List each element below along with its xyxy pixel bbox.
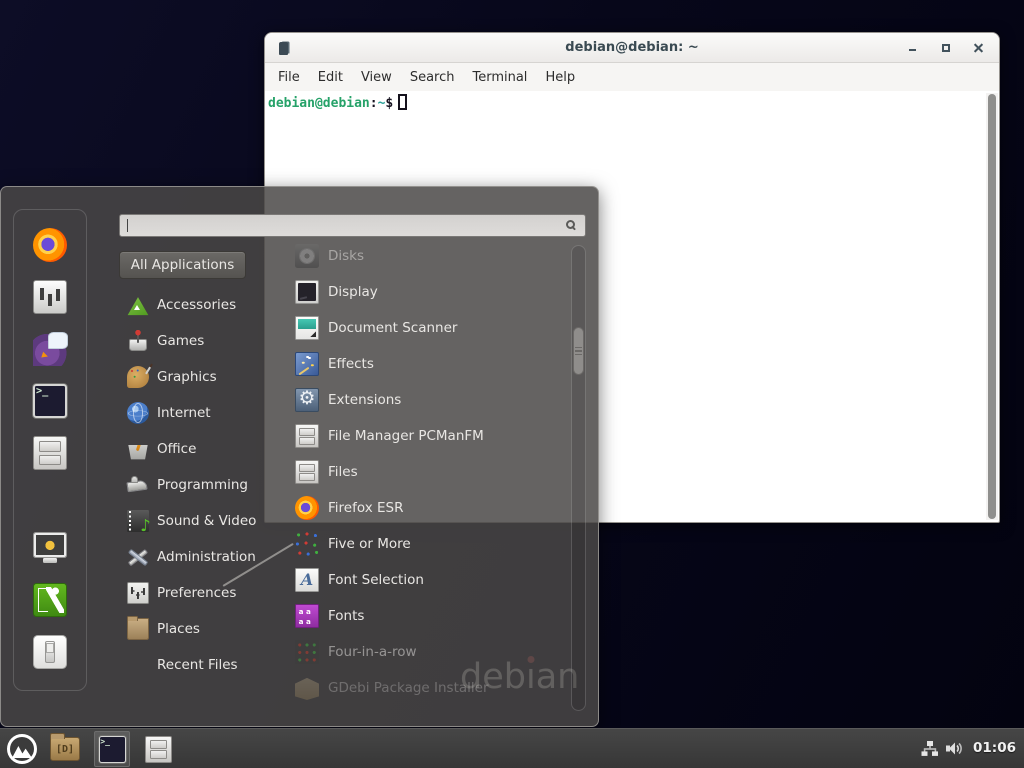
- application-item[interactable]: Display: [295, 274, 567, 310]
- menu-scrollbar[interactable]: [571, 245, 586, 711]
- desktop: debıan debian@debian: ~ FileEditViewSear…: [0, 0, 1024, 768]
- lock-screen-icon[interactable]: [33, 531, 67, 565]
- category-item[interactable]: Programming: [119, 467, 269, 503]
- file-manager-icon: [295, 424, 319, 448]
- effects-icon: [295, 352, 319, 376]
- category-item[interactable]: Graphics: [119, 359, 269, 395]
- category-item[interactable]: Internet: [119, 395, 269, 431]
- extensions-icon: [295, 388, 319, 412]
- menu-scrollbar-thumb[interactable]: [573, 327, 584, 375]
- application-list: Disks Display Document Scanner Effects: [295, 238, 567, 706]
- menu-logo-icon: [7, 734, 37, 764]
- file-manager-icon: [145, 736, 172, 763]
- desktop-folder-icon: [D]: [50, 737, 80, 761]
- application-item[interactable]: Effects: [295, 346, 567, 382]
- application-item[interactable]: GDebi Package Installer: [295, 670, 567, 706]
- favorites-list: [33, 228, 67, 470]
- menu-button[interactable]: [0, 731, 37, 767]
- application-item[interactable]: Firefox ESR: [295, 490, 567, 526]
- files-icon: [295, 460, 319, 484]
- application-item[interactable]: File Manager PCManFM: [295, 418, 567, 454]
- application-item[interactable]: Font Selection: [295, 562, 567, 598]
- internet-icon: [127, 402, 149, 424]
- terminal-scrollbar-thumb[interactable]: [988, 94, 996, 519]
- category-list: All Applications Accessories Games Graph…: [119, 251, 269, 683]
- terminal-icon: [99, 736, 126, 763]
- volume-icon[interactable]: [946, 741, 965, 756]
- office-icon: [127, 438, 149, 460]
- network-icon[interactable]: [921, 741, 938, 756]
- disks-icon: [295, 244, 319, 268]
- shell-prompt: debian@debian:~$: [268, 94, 407, 112]
- minimize-icon[interactable]: [907, 42, 919, 54]
- administration-icon: [127, 546, 149, 568]
- desktop-folder-button[interactable]: [D]: [37, 731, 80, 767]
- application-item[interactable]: Five or More: [295, 526, 567, 562]
- file-cabinet-icon[interactable]: [33, 436, 67, 470]
- close-icon[interactable]: [973, 42, 985, 54]
- applications-menu: All Applications Accessories Games Graph…: [0, 186, 599, 727]
- terminal-scrollbar[interactable]: [986, 93, 998, 520]
- application-item[interactable]: Disks: [295, 238, 567, 274]
- session-buttons: [33, 531, 67, 669]
- preferences-icon: [127, 582, 149, 604]
- terminal-titlebar[interactable]: debian@debian: ~: [265, 33, 999, 63]
- display-icon: [295, 280, 319, 304]
- category-item[interactable]: Sound & Video: [119, 503, 269, 539]
- graphics-icon: [127, 366, 149, 388]
- terminal-menu-item[interactable]: File: [269, 66, 309, 89]
- maximize-icon[interactable]: [940, 42, 952, 54]
- firefox-icon[interactable]: [33, 228, 67, 262]
- terminal-icon[interactable]: [33, 384, 67, 418]
- terminal-cursor: [398, 94, 407, 110]
- terminal-menu-item[interactable]: Help: [536, 66, 584, 89]
- taskbar-file-manager-task[interactable]: [145, 731, 172, 767]
- taskbar: [D]: [0, 728, 1024, 768]
- application-item[interactable]: Four-in-a-row: [295, 634, 567, 670]
- application-item[interactable]: Files: [295, 454, 567, 490]
- category-item[interactable]: Office: [119, 431, 269, 467]
- application-item[interactable]: Fonts: [295, 598, 567, 634]
- terminal-title: debian@debian: ~: [265, 40, 999, 55]
- accessories-icon: [127, 294, 149, 316]
- log-out-icon[interactable]: [33, 583, 67, 617]
- mixer-icon[interactable]: [33, 280, 67, 314]
- search-input[interactable]: [126, 216, 561, 235]
- taskbar-clock[interactable]: 01:06: [973, 742, 1016, 756]
- gdebi-icon: [295, 676, 319, 700]
- favorites-rail: [13, 209, 87, 691]
- places-icon: [127, 618, 149, 640]
- programming-icon: [127, 474, 149, 496]
- terminal-menu-item[interactable]: View: [352, 66, 401, 89]
- category-item[interactable]: All Applications: [119, 251, 246, 279]
- firefox-icon: [295, 496, 319, 520]
- search-icon: [566, 220, 575, 229]
- taskbar-terminal-task[interactable]: [94, 731, 130, 767]
- application-item[interactable]: Extensions: [295, 382, 567, 418]
- application-item[interactable]: Document Scanner: [295, 310, 567, 346]
- games-icon: [127, 330, 149, 352]
- five-or-more-icon: [295, 532, 319, 556]
- pidgin-icon[interactable]: [33, 332, 67, 366]
- category-item[interactable]: Preferences: [119, 575, 269, 611]
- fonts-icon: [295, 604, 319, 628]
- search-box: [119, 214, 586, 237]
- category-item[interactable]: Places: [119, 611, 269, 647]
- terminal-menu-item[interactable]: Terminal: [463, 66, 536, 89]
- font-selection-icon: [295, 568, 319, 592]
- category-item[interactable]: Games: [119, 323, 269, 359]
- document-scanner-icon: [295, 316, 319, 340]
- terminal-menubar: FileEditViewSearchTerminalHelp: [265, 63, 999, 91]
- four-in-a-row-icon: [295, 640, 319, 664]
- sound-video-icon: [127, 510, 149, 532]
- shut-down-icon[interactable]: [33, 635, 67, 669]
- terminal-menu-item[interactable]: Edit: [309, 66, 352, 89]
- terminal-menu-item[interactable]: Search: [401, 66, 464, 89]
- category-item[interactable]: Accessories: [119, 287, 269, 323]
- category-item[interactable]: Recent Files: [119, 647, 269, 683]
